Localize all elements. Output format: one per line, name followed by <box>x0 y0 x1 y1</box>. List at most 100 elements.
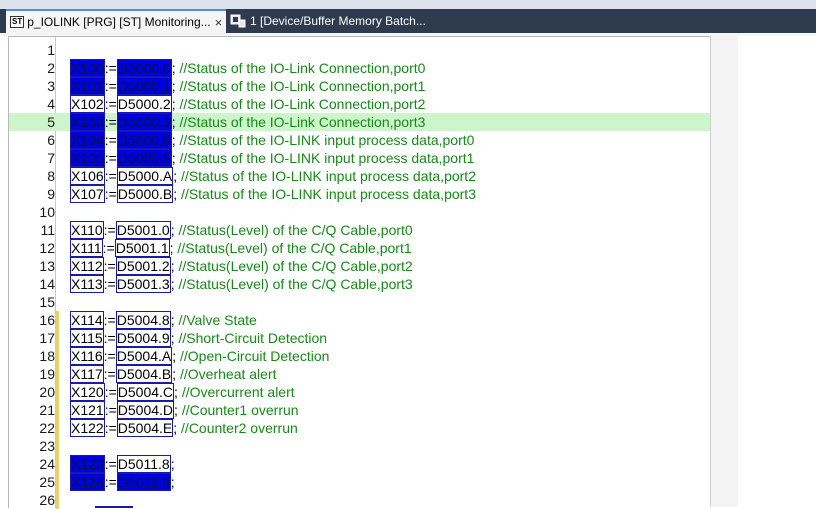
device-x-variable[interactable]: X103 <box>70 113 105 131</box>
code-line[interactable]: 11 X110:=D5001.0; //Status(Level) of the … <box>9 221 711 239</box>
code-line[interactable]: 14 X113:=D5001.3; //Status(Level) of the … <box>9 275 711 293</box>
device-d-variable[interactable]: D5000.8 <box>116 131 172 149</box>
code-statement[interactable]: X104:=D5000.8; //Status of the IO-LINK i… <box>70 131 474 149</box>
device-x-variable[interactable]: X120 <box>70 383 105 401</box>
code-line[interactable]: 18 X116:=D5004.A; //Open-Circuit Detectio… <box>9 347 711 365</box>
code-line[interactable]: 19 X117:=D5004.B; //Overheat alert <box>9 365 711 383</box>
code-line[interactable]: 5 X103:=D5000.3; //Status of the IO-Link … <box>9 113 711 131</box>
device-d-variable[interactable]: D5000.9 <box>116 149 172 167</box>
code-line[interactable]: 22 X122:=D5004.E; //Counter2 overrun <box>9 419 711 437</box>
code-line[interactable]: 8 X106:=D5000.A; //Status of the IO-LINK … <box>9 167 711 185</box>
code-statement[interactable]: X122:=D5004.E; //Counter2 overrun <box>70 419 298 437</box>
code-statement[interactable]: X116:=D5004.A; //Open-Circuit Detection <box>70 347 329 365</box>
device-x-variable[interactable]: X115 <box>70 329 104 347</box>
code-statement[interactable]: X101:=D5000.1; //Status of the IO-Link C… <box>70 77 425 95</box>
device-x-variable[interactable]: X117 <box>70 365 104 383</box>
device-x-variable[interactable]: X116 <box>70 347 104 365</box>
code-line[interactable]: 7 X105:=D5000.9; //Status of the IO-LINK … <box>9 149 711 167</box>
st-code-editor[interactable]: 1 2 X100:=D5000.0; //Status of the IO-Link… <box>8 36 711 509</box>
code-statement[interactable]: X123:=D5011.8; <box>70 455 175 473</box>
code-line[interactable]: 10 <box>9 203 711 221</box>
code-line[interactable]: 15 <box>9 293 711 311</box>
device-x-variable[interactable]: X112 <box>70 257 104 275</box>
code-statement[interactable]: X112:=D5001.2; //Status(Level) of the C/… <box>70 257 413 275</box>
code-statement[interactable]: X107:=D5000.B; //Status of the IO-LINK i… <box>70 185 476 203</box>
code-statement[interactable]: X121:=D5004.D; //Counter1 overrun <box>70 401 299 419</box>
code-statement[interactable]: X117:=D5004.B; //Overheat alert <box>70 365 277 383</box>
device-d-variable[interactable]: D5000.0 <box>116 59 172 77</box>
device-d-variable[interactable]: D5000.1 <box>116 77 172 95</box>
device-d-variable[interactable]: D5004.C <box>116 383 175 401</box>
code-line[interactable]: 21 X121:=D5004.D; //Counter1 overrun <box>9 401 711 419</box>
code-line[interactable]: 9 X107:=D5000.B; //Status of the IO-LINK … <box>9 185 711 203</box>
code-line[interactable]: 13 X112:=D5001.2; //Status(Level) of the … <box>9 257 711 275</box>
device-x-variable[interactable]: X123 <box>70 455 105 473</box>
device-x-variable[interactable]: X102 <box>70 95 105 113</box>
device-x-variable[interactable]: X124 <box>70 473 105 491</box>
device-x-variable[interactable]: X101 <box>70 77 105 95</box>
code-statement[interactable]: X113:=D5001.3; //Status(Level) of the C/… <box>70 275 413 293</box>
code-statement[interactable]: X100:=D5000.0; //Status of the IO-Link C… <box>70 59 425 77</box>
title-strip <box>0 0 816 9</box>
device-x-variable[interactable]: X122 <box>70 419 105 437</box>
code-line[interactable]: 2 X100:=D5000.0; //Status of the IO-Link … <box>9 59 711 77</box>
device-d-variable[interactable]: D5000.3 <box>116 113 172 131</box>
line-number: 25 <box>39 474 55 490</box>
device-x-variable[interactable]: X110 <box>70 221 104 239</box>
code-line[interactable]: 26 <box>9 491 711 509</box>
code-line[interactable]: 12 X111:=D5001.1; //Status(Level) of the … <box>9 239 711 257</box>
code-statement[interactable]: X120:=D5004.C; //Overcurrent alert <box>70 383 295 401</box>
device-d-variable[interactable]: D5001.2 <box>115 257 171 275</box>
code-line[interactable]: 20 X120:=D5004.C; //Overcurrent alert <box>9 383 711 401</box>
tab-p-iolink[interactable]: ST p_IOLINK [PRG] [ST] Monitoring... × <box>6 9 226 33</box>
device-x-variable[interactable]: X105 <box>70 149 105 167</box>
code-statement[interactable]: X111:=D5001.1; //Status(Level) of the C/… <box>70 239 412 257</box>
code-line[interactable]: 17 X115:=D5004.9; //Short-Circuit Detecti… <box>9 329 711 347</box>
code-statement[interactable]: X124:=D5011.9; <box>70 473 175 491</box>
device-d-variable[interactable]: D5000.2 <box>116 95 172 113</box>
device-x-variable[interactable]: X107 <box>70 185 105 203</box>
code-statement[interactable]: X110:=D5001.0; //Status(Level) of the C/… <box>70 221 413 239</box>
code-line[interactable]: 23 <box>9 437 711 455</box>
code-line[interactable]: 16 X114:=D5004.8; //Valve State <box>9 311 711 329</box>
code-statement[interactable]: X115:=D5004.9; //Short-Circuit Detection <box>70 329 327 347</box>
device-d-variable[interactable]: D5000.A <box>116 167 174 185</box>
close-icon[interactable]: × <box>215 15 223 30</box>
device-d-variable[interactable]: D5001.3 <box>115 275 171 293</box>
code-statement[interactable]: X106:=D5000.A; //Status of the IO-LINK i… <box>70 167 476 185</box>
device-d-variable[interactable]: D5011.8 <box>116 455 171 473</box>
code-comment: ; //Short-Circuit Detection <box>170 330 328 346</box>
device-x-variable[interactable]: X106 <box>70 167 105 185</box>
code-line[interactable]: 6 X104:=D5000.8; //Status of the IO-LINK … <box>9 131 711 149</box>
device-x-variable[interactable]: X113 <box>70 275 104 293</box>
device-d-variable[interactable]: D5004.9 <box>115 329 171 347</box>
code-line[interactable]: 1 <box>9 41 711 59</box>
device-x-variable[interactable]: X114 <box>70 311 104 329</box>
device-d-variable[interactable]: D5004.D <box>116 401 175 419</box>
line-number: 5 <box>47 114 55 130</box>
tab-device-buffer-memory[interactable]: 1 [Device/Buffer Memory Batch... <box>228 9 428 33</box>
code-statement[interactable]: X102:=D5000.2; //Status of the IO-Link C… <box>70 95 425 113</box>
device-x-variable[interactable]: X111 <box>70 239 103 257</box>
code-line[interactable]: 4 X102:=D5000.2; //Status of the IO-Link … <box>9 95 711 113</box>
device-d-variable[interactable]: D5004.A <box>115 347 173 365</box>
device-d-variable[interactable]: D5001.0 <box>115 221 171 239</box>
code-statement[interactable]: X114:=D5004.8; //Valve State <box>70 311 257 329</box>
code-line[interactable]: 3 X101:=D5000.1; //Status of the IO-Link … <box>9 77 711 95</box>
device-d-variable[interactable]: D5004.8 <box>115 311 171 329</box>
device-d-variable[interactable]: D5000.B <box>116 185 174 203</box>
code-line[interactable]: 25 X124:=D5011.9; <box>9 473 711 491</box>
code-statement[interactable]: X105:=D5000.9; //Status of the IO-LINK i… <box>70 149 474 167</box>
device-d-variable[interactable]: D5001.1 <box>114 239 170 257</box>
assign-operator: := <box>103 366 116 382</box>
device-x-variable[interactable]: X100 <box>70 59 105 77</box>
line-number: 26 <box>39 492 55 508</box>
code-line[interactable]: 24 X123:=D5011.8; <box>9 455 711 473</box>
code-statement[interactable]: X103:=D5000.3; //Status of the IO-Link C… <box>70 113 425 131</box>
device-x-variable[interactable]: X104 <box>70 131 105 149</box>
device-d-variable[interactable]: D5011.9 <box>116 473 171 491</box>
device-d-variable[interactable]: D5004.B <box>115 365 173 383</box>
device-d-variable[interactable]: D5004.E <box>116 419 174 437</box>
change-marker <box>56 419 59 437</box>
device-x-variable[interactable]: X121 <box>70 401 105 419</box>
